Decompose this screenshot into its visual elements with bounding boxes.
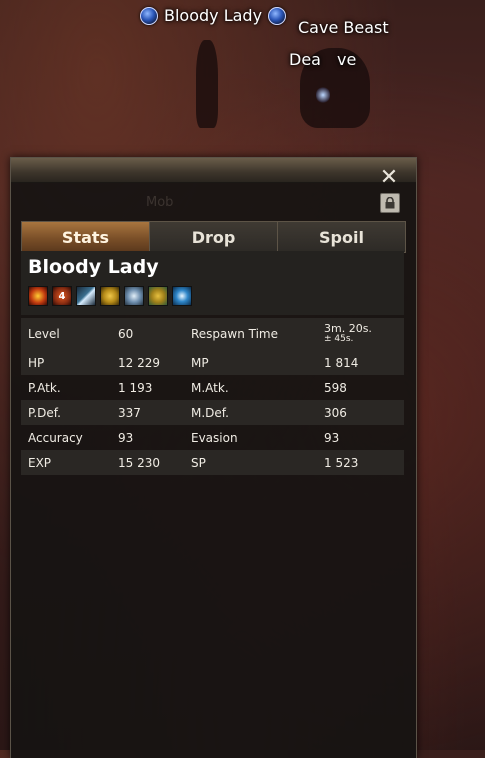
stat-label: M.Atk. bbox=[191, 380, 229, 395]
stat-label: Accuracy bbox=[28, 430, 83, 445]
ability-fire-icon[interactable] bbox=[28, 286, 48, 306]
ability-blue-vortex-icon[interactable] bbox=[172, 286, 192, 306]
panel-title-bar[interactable] bbox=[11, 158, 416, 183]
stats-row-exp: EXP 15 230 SP 1 523 bbox=[21, 450, 404, 475]
stats-row-accuracy: Accuracy 93 Evasion 93 bbox=[21, 425, 404, 450]
tab-drop[interactable]: Drop bbox=[149, 222, 277, 252]
ability-spiral-shield-icon[interactable] bbox=[124, 286, 144, 306]
stat-label: MP bbox=[191, 355, 209, 370]
mob-name: Bloody Lady bbox=[28, 256, 159, 278]
tab-bar: Stats Drop Spoil bbox=[21, 221, 406, 253]
nameplate-bloody-lady[interactable]: Bloody Lady bbox=[140, 6, 287, 25]
ability-golden-armor-icon[interactable] bbox=[148, 286, 168, 306]
stat-label: SP bbox=[191, 455, 206, 470]
lock-icon[interactable] bbox=[380, 193, 400, 213]
stat-value: 337 bbox=[118, 405, 141, 420]
stat-value: 598 bbox=[324, 380, 347, 395]
stat-label: HP bbox=[28, 355, 45, 370]
nameplate-label: Dea bbox=[289, 50, 321, 69]
stat-label: Respawn Time bbox=[191, 327, 279, 341]
beast-glow-effect bbox=[316, 86, 330, 104]
nameplate-cave-beast[interactable]: Cave Beast bbox=[298, 18, 389, 37]
respawn-time-value: 3m. 20s. ± 45s. bbox=[324, 322, 372, 344]
stat-value: 12 229 bbox=[118, 355, 160, 370]
stats-row-def: P.Def. 337 M.Def. 306 bbox=[21, 400, 404, 425]
stat-label: Level bbox=[28, 327, 60, 341]
stat-value: 1 814 bbox=[324, 355, 359, 370]
ability-level-4-icon[interactable]: 4 bbox=[52, 286, 72, 306]
stats-row-level: Level 60 Respawn Time 3m. 20s. ± 45s. bbox=[21, 318, 404, 350]
mob-info-panel: ✕ Mob Stats Drop Spoil Bloody Lady 4 Lev… bbox=[10, 157, 417, 758]
blue-orb-icon bbox=[140, 6, 158, 25]
nameplate-label: Bloody Lady bbox=[164, 6, 263, 25]
blue-orb-icon bbox=[268, 6, 287, 25]
ability-golden-beast-icon[interactable] bbox=[100, 286, 120, 306]
stat-value: 93 bbox=[324, 430, 340, 445]
nameplate-label: ve bbox=[336, 50, 357, 69]
stats-table: Level 60 Respawn Time 3m. 20s. ± 45s. HP… bbox=[21, 318, 404, 475]
stat-label: Evasion bbox=[191, 430, 238, 445]
stat-value: 15 230 bbox=[118, 455, 160, 470]
mob-header: Bloody Lady 4 bbox=[21, 251, 404, 315]
stat-label: M.Def. bbox=[191, 405, 229, 420]
character-silhouette[interactable] bbox=[196, 40, 218, 128]
panel-title-watermark: Mob bbox=[146, 195, 174, 210]
tab-spoil[interactable]: Spoil bbox=[277, 222, 405, 252]
stat-value: 1 193 bbox=[118, 380, 153, 395]
stat-value: 60 bbox=[118, 327, 134, 341]
stat-label: P.Def. bbox=[28, 405, 61, 420]
nameplate-partial[interactable]: Dea ve bbox=[289, 50, 356, 69]
stat-value: 1 523 bbox=[324, 455, 359, 470]
stat-label: P.Atk. bbox=[28, 380, 61, 395]
ability-sword-icon[interactable] bbox=[76, 286, 96, 306]
tab-stats[interactable]: Stats bbox=[22, 222, 149, 252]
stat-value: 93 bbox=[118, 430, 134, 445]
stat-value: 306 bbox=[324, 405, 347, 420]
stat-label: EXP bbox=[28, 455, 52, 470]
close-icon[interactable]: ✕ bbox=[379, 167, 399, 189]
stats-row-hp: HP 12 229 MP 1 814 bbox=[21, 350, 404, 375]
ability-icon-row: 4 bbox=[28, 286, 192, 306]
stats-row-atk: P.Atk. 1 193 M.Atk. 598 bbox=[21, 375, 404, 400]
